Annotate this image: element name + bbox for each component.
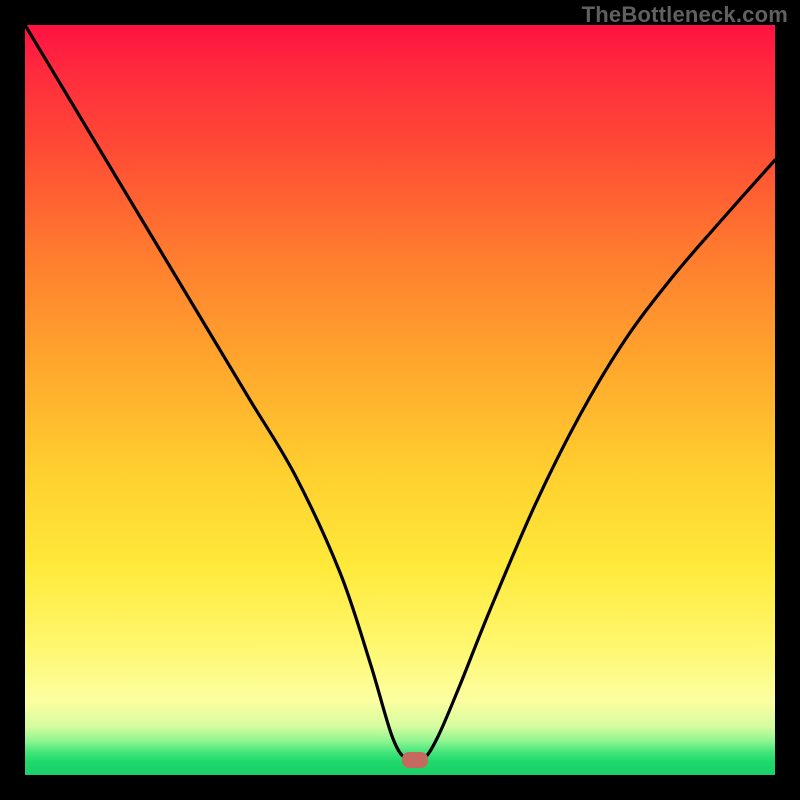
watermark-text: TheBottleneck.com bbox=[582, 2, 788, 28]
curve-layer bbox=[25, 25, 775, 775]
plot-area bbox=[25, 25, 775, 775]
optimum-marker bbox=[402, 752, 428, 768]
chart-frame: TheBottleneck.com bbox=[0, 0, 800, 800]
bottleneck-curve bbox=[25, 25, 775, 763]
